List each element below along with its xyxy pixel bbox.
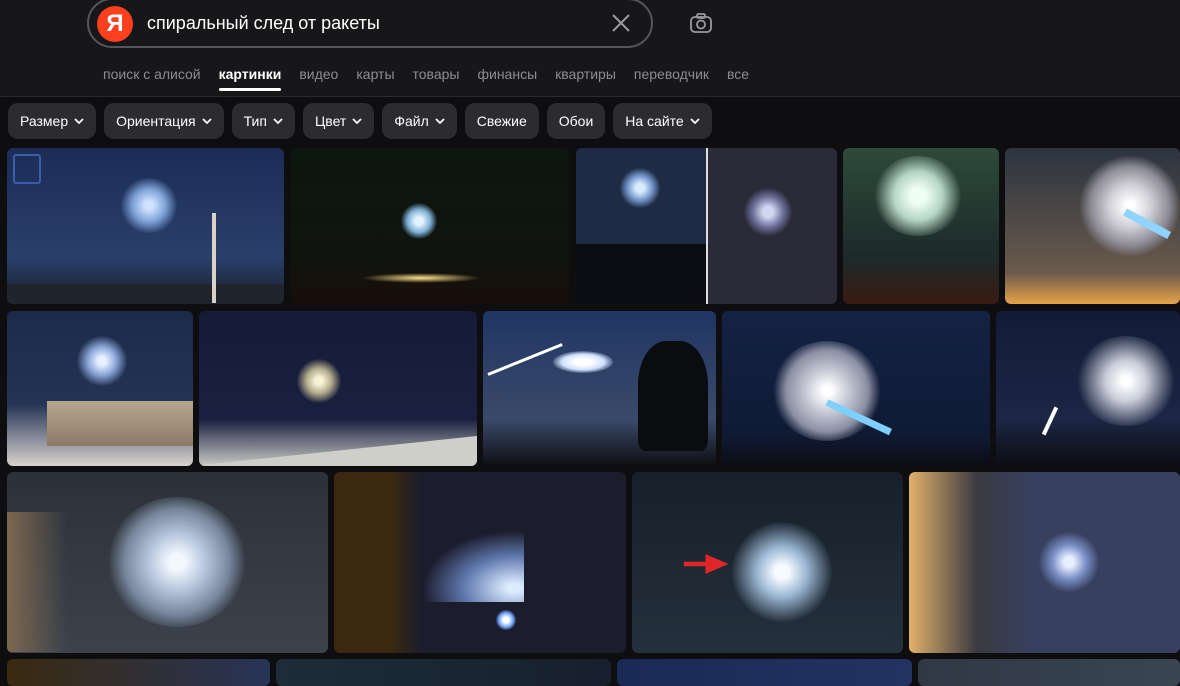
tab-translator[interactable]: переводчик [634,66,709,82]
search-bar[interactable]: Я спиральный след от ракеты [87,0,653,48]
tab-maps[interactable]: карты [356,66,394,82]
city-lights [361,273,481,283]
arrow-right-icon [683,554,728,574]
filter-wallpapers[interactable]: Обои [546,103,606,139]
filter-color[interactable]: Цвет [302,103,375,139]
tab-images[interactable]: картинки [218,66,281,91]
image-result[interactable] [199,311,477,466]
cone-plume [424,532,524,602]
save-icon [13,154,41,184]
rocket-plume [553,351,613,373]
power-pole [212,213,216,303]
filter-size[interactable]: Размер [8,103,97,139]
image-result[interactable] [7,659,270,686]
image-result[interactable] [334,472,626,653]
search-input[interactable]: спиральный след от ракеты [147,13,380,34]
image-result[interactable] [483,311,716,466]
close-icon[interactable] [609,11,633,35]
chevron-down-icon [201,118,212,125]
divider [706,148,708,304]
spiral-glow [1039,532,1099,592]
filter-type[interactable]: Тип [231,103,295,139]
image-result[interactable] [617,659,912,686]
spiral-glow [744,188,792,236]
spiral-glow [1076,336,1176,426]
image-result[interactable] [291,148,569,304]
spiral-glow [401,203,437,239]
tree-silhouette [638,341,708,451]
trees [47,401,193,446]
tab-all[interactable]: все [727,66,749,82]
image-result[interactable] [722,311,990,466]
yandex-logo[interactable]: Я [97,6,133,42]
chevron-down-icon [352,118,362,125]
filter-file[interactable]: Файл [382,103,457,139]
spiral-glow [732,522,832,622]
spiral-glow [772,341,882,441]
image-result[interactable] [909,472,1180,653]
rocket-trail [1041,406,1059,436]
spiral-glow [77,336,127,386]
chevron-down-icon [690,118,700,125]
tab-alice[interactable]: поиск с алисой [103,66,201,82]
filter-fresh[interactable]: Свежие [464,103,539,139]
image-result[interactable] [918,659,1180,686]
house-silhouette [576,244,706,304]
chevron-down-icon [435,118,445,125]
tab-goods[interactable]: товары [413,66,460,82]
image-result[interactable] [7,148,284,304]
filter-on-site[interactable]: На сайте [613,103,712,139]
spiral-glow [620,168,660,208]
filter-orientation[interactable]: Ориентация [104,103,224,139]
spiral-glow [873,156,963,236]
image-result[interactable] [276,659,611,686]
image-result[interactable] [843,148,999,304]
tab-video[interactable]: видео [299,66,338,82]
spiral-glow [496,610,516,630]
ground [7,284,284,304]
tab-finance[interactable]: финансы [477,66,537,82]
spiral-glow [297,359,341,403]
camera-search-icon[interactable] [688,10,714,36]
image-result[interactable] [996,311,1180,466]
spiral-glow [107,497,247,627]
tab-apartments[interactable]: квартиры [555,66,616,82]
spiral-glow [119,178,179,233]
image-result[interactable] [7,311,193,466]
spiral-glow [1080,156,1180,256]
image-result[interactable] [576,148,837,304]
branches [7,512,67,652]
filter-bar: Размер Ориентация Тип Цвет Файл Свежие О… [8,103,712,139]
image-result[interactable] [632,472,903,653]
header: Я спиральный след от ракеты поиск с алис… [0,0,1180,97]
rocket-trail [487,343,563,376]
chevron-down-icon [74,118,84,125]
search-tabs: поиск с алисой картинки видео карты това… [103,66,767,91]
image-result[interactable] [1005,148,1180,304]
chevron-down-icon [273,118,283,125]
roof [199,436,477,466]
image-result[interactable] [7,472,328,653]
